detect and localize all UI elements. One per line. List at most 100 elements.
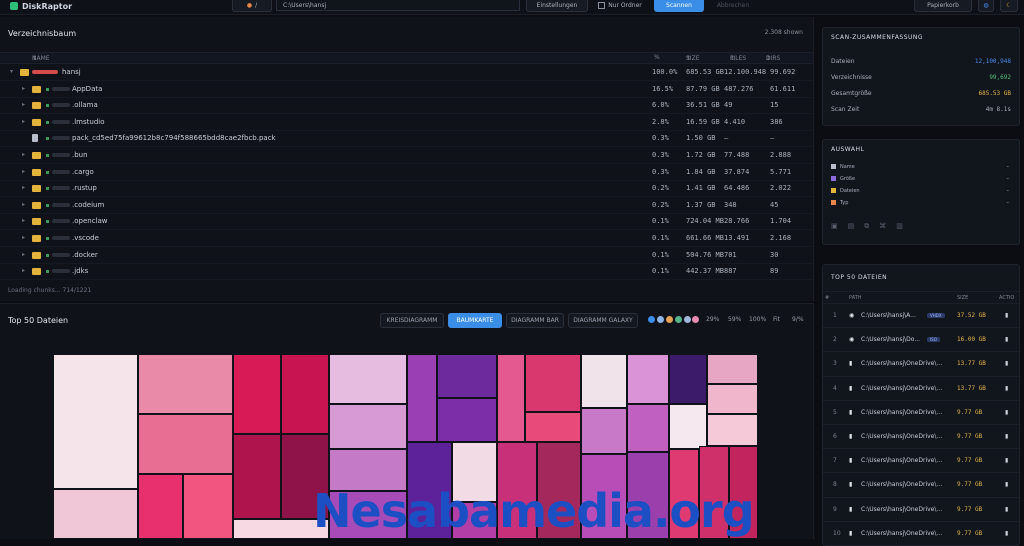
expand-icon[interactable]: ▸ — [22, 168, 25, 175]
tab-galaxy[interactable]: DIAGRAMM GALAXY — [568, 313, 638, 328]
top50-row[interactable]: 7 ▮ C:\Users\hansj\OneDrive\... 9.77 GB ▮ — [823, 448, 1019, 473]
treemap-tile[interactable] — [233, 434, 281, 519]
open-icon[interactable]: ▣ — [831, 222, 838, 231]
top50-col-size[interactable]: SIZE — [957, 295, 968, 301]
top50-col-path[interactable]: PATH — [849, 295, 862, 301]
zoom-100[interactable]: 100% — [749, 316, 766, 323]
treemap-tile[interactable] — [407, 354, 437, 442]
recycle-bin-button[interactable]: Papierkorb — [914, 0, 972, 12]
delete-icon[interactable]: ▮ — [1005, 506, 1008, 513]
link-icon[interactable]: ⌘ — [879, 222, 886, 231]
treemap-tile[interactable] — [329, 404, 407, 449]
treemap-tile[interactable] — [329, 354, 407, 404]
tree-row[interactable]: ▸ .openclaw 0.1% 724.04 MB 28.766 1.704 — [0, 213, 813, 231]
treemap-tile[interactable] — [525, 354, 581, 412]
treemap-tile[interactable] — [233, 354, 281, 434]
delete-icon[interactable]: ▮ — [1005, 360, 1008, 367]
expand-icon[interactable]: ▸ — [22, 217, 25, 224]
expand-icon[interactable]: ▸ — [22, 101, 25, 108]
tree-row[interactable]: ▸ .cargo 0.3% 1.84 GB 37.874 5.771 — [0, 164, 813, 181]
tree-row[interactable]: ▸ .jdks 0.1% 442.37 MB 887 89 — [0, 263, 813, 281]
tree-row[interactable]: ▸ .ollama 6.0% 36.51 GB 49 15 — [0, 97, 813, 115]
treemap-tile[interactable] — [281, 354, 329, 434]
checkbox-icon[interactable] — [598, 2, 606, 9]
expand-icon[interactable]: ▸ — [22, 151, 25, 158]
top50-row[interactable]: 10 ▮ C:\Users\hansj\OneDrive\... 9.77 GB ▮ — [823, 520, 1019, 546]
treemap-tile[interactable] — [138, 414, 233, 474]
treemap-tile[interactable] — [707, 414, 758, 446]
expand-icon[interactable]: ▸ — [22, 118, 25, 125]
folders-only-toggle[interactable]: Nur Ordner — [592, 0, 648, 11]
tree-row[interactable]: pack_cd5ed75fa99612b8c794f588665bdd8cae2… — [0, 130, 813, 148]
tab-bar[interactable]: DIAGRAMM BAR — [506, 313, 564, 328]
color-swatch[interactable] — [648, 316, 655, 323]
expand-icon[interactable]: ▸ — [22, 234, 25, 241]
tab-pie[interactable]: KREISDIAGRAMM — [380, 313, 444, 328]
folder-open-icon[interactable]: ▤ — [848, 222, 855, 231]
expand-icon[interactable]: ▸ — [22, 251, 25, 258]
expand-icon[interactable]: ▸ — [22, 184, 25, 191]
top50-row[interactable]: 6 ▮ C:\Users\hansj\OneDrive\... 9.77 GB ▮ — [823, 424, 1019, 449]
top50-row[interactable]: 4 ▮ C:\Users\hansj\OneDrive\... 13.77 GB ▮ — [823, 375, 1019, 401]
tree-row[interactable]: ▸ .rustup 0.2% 1.41 GB 64.486 2.022 — [0, 180, 813, 198]
cancel-button[interactable]: Abbrechen — [708, 0, 758, 11]
delete-icon[interactable]: ▮ — [1005, 409, 1008, 416]
zoom-fit[interactable]: Fit — [773, 316, 780, 323]
top50-row[interactable]: 8 ▮ C:\Users\hansj\OneDrive\... 9.77 GB ▮ — [823, 472, 1019, 497]
treemap-tile[interactable] — [707, 354, 758, 384]
copy-icon[interactable]: ⧉ — [864, 222, 869, 231]
treemap-tile[interactable] — [437, 398, 497, 442]
delete-icon[interactable]: ▮ — [1005, 312, 1008, 319]
top50-row[interactable]: 3 ▮ C:\Users\hansj\OneDrive\... 13.77 GB ▮ — [823, 351, 1019, 376]
expand-icon[interactable]: ▸ — [22, 267, 25, 274]
top50-row[interactable]: 1 ◉ C:\Users\hansj\A... VHDX 37.52 GB ▮ — [823, 303, 1019, 328]
treemap-tile[interactable] — [53, 354, 138, 489]
treemap-tile[interactable] — [437, 354, 497, 398]
expand-icon[interactable]: ▾ — [10, 68, 13, 75]
treemap-tile[interactable] — [497, 354, 525, 442]
top50-row[interactable]: 2 ◉ C:\Users\hansj\Do... ISO 16.00 GB ▮ — [823, 327, 1019, 352]
zoom-29[interactable]: 29% — [706, 316, 719, 323]
delete-icon[interactable]: ▮ — [1005, 457, 1008, 464]
treemap-tile[interactable] — [627, 404, 669, 452]
tree-row[interactable]: ▸ .bun 0.3% 1.72 GB 77.488 2.888 — [0, 147, 813, 164]
expand-icon[interactable]: ▸ — [22, 85, 25, 92]
tree-row[interactable]: ▸ .docker 0.1% 504.76 MB 701 30 — [0, 247, 813, 264]
treemap-tile[interactable] — [669, 404, 707, 449]
treemap-tile[interactable] — [581, 408, 627, 454]
treemap-tile[interactable] — [525, 412, 581, 442]
delete-icon[interactable]: ▮ — [1005, 481, 1008, 488]
color-swatch[interactable] — [657, 316, 664, 323]
treemap-tile[interactable] — [138, 474, 183, 539]
delete-icon[interactable]: ▥ — [896, 222, 903, 231]
tree-row[interactable]: ▸ .vscode 0.1% 661.66 MB 13.491 2.168 — [0, 230, 813, 247]
delete-icon[interactable]: ▮ — [1005, 385, 1008, 392]
tree-row[interactable]: ▸ .lmstudio 2.8% 16.59 GB 4.410 386 — [0, 114, 813, 131]
top50-row[interactable]: 9 ▮ C:\Users\hansj\OneDrive\... 9.77 GB ▮ — [823, 496, 1019, 522]
treemap-tile[interactable] — [138, 354, 233, 414]
treemap-tile[interactable] — [53, 489, 138, 539]
color-swatch[interactable] — [692, 316, 699, 323]
tree-row[interactable]: ▸ AppData 16.5% 87.79 GB 487.276 61.611 — [0, 81, 813, 98]
tree-row[interactable]: ▸ .codeium 0.2% 1.37 GB 348 45 — [0, 197, 813, 214]
tree-row[interactable]: ▾ hansj 100.0% 685.53 GB 12.100.948 99.692 — [0, 64, 813, 81]
delete-icon[interactable]: ▮ — [1005, 336, 1008, 343]
language-button[interactable]: ◍ — [978, 0, 994, 12]
color-swatch[interactable] — [684, 316, 691, 323]
top50-row[interactable]: 5 ▮ C:\Users\hansj\OneDrive\... 9.77 GB ▮ — [823, 399, 1019, 425]
settings-button[interactable]: Einstellungen — [526, 0, 588, 12]
expand-icon[interactable]: ▸ — [22, 201, 25, 208]
color-swatch[interactable] — [675, 316, 682, 323]
tab-treemap[interactable]: BAUMKARTE — [448, 313, 502, 328]
treemap-tile[interactable] — [707, 384, 758, 414]
theme-toggle[interactable]: ☾ — [1000, 0, 1018, 12]
delete-icon[interactable]: ▮ — [1005, 433, 1008, 440]
zoom-59[interactable]: 59% — [728, 316, 741, 323]
scan-button[interactable]: Scannen — [654, 0, 704, 12]
treemap-tile[interactable] — [581, 354, 627, 408]
treemap-tile[interactable] — [183, 474, 233, 539]
path-input[interactable]: C:\Users\hansj — [276, 0, 520, 11]
drive-dropdown[interactable]: ● / — [232, 0, 272, 12]
col-pct-header[interactable]: % — [654, 54, 660, 61]
treemap-tile[interactable] — [669, 354, 707, 404]
